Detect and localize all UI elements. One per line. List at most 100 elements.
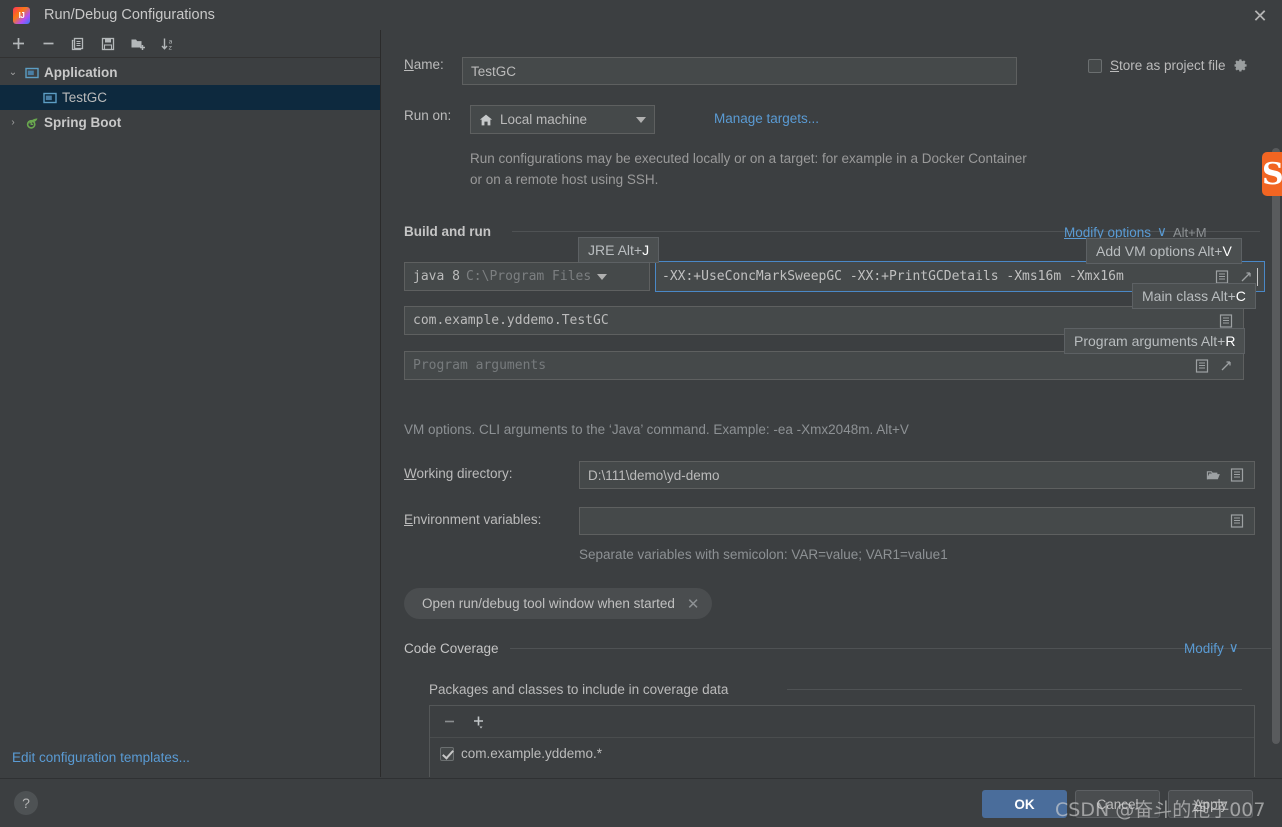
coverage-package-item[interactable]: com.example.yddemo.*	[430, 738, 1254, 761]
working-directory-input[interactable]: D:\111\demo\yd-demo	[579, 461, 1255, 489]
main-class-field-icons	[1211, 312, 1235, 330]
program-arguments-tooltip: Program arguments Alt+R	[1064, 328, 1246, 354]
environment-variables-input[interactable]	[579, 507, 1255, 535]
tree-item-testgc[interactable]: › › TestGC	[0, 85, 380, 110]
main-class-tooltip: Main class Alt+C	[1132, 283, 1256, 309]
vm-options-hint: VM options. CLI arguments to the ‘Java’ …	[404, 422, 909, 437]
add-configuration-button[interactable]	[4, 32, 32, 56]
run-on-label: Run on:	[404, 108, 452, 123]
coverage-package-checkbox[interactable]	[440, 746, 454, 761]
tree-item-label: Spring Boot	[44, 115, 122, 130]
title-bar: Run/Debug Configurations ✕	[0, 0, 1282, 30]
list-icon[interactable]	[1193, 357, 1211, 375]
store-as-project-file-checkbox[interactable]	[1088, 58, 1102, 73]
tree-indent-spacer: ›	[4, 92, 22, 103]
ok-button[interactable]: OK	[982, 790, 1067, 818]
packages-section-title: Packages and classes to include in cover…	[429, 682, 729, 697]
tooltip-text: Program arguments Alt+	[1074, 333, 1226, 349]
remove-configuration-button[interactable]	[34, 32, 62, 56]
name-input[interactable]: TestGC	[462, 57, 1017, 85]
jre-tooltip: JRE Alt+J	[578, 237, 660, 263]
tooltip-key: V	[1222, 243, 1232, 259]
run-on-dropdown[interactable]: Local machine	[470, 105, 655, 134]
jre-dropdown[interactable]: java 8 C:\Program Files	[404, 262, 650, 291]
sort-az-button[interactable]: a z	[154, 32, 182, 56]
sidebar-toolbar: a z	[0, 30, 380, 58]
run-on-value: Local machine	[500, 112, 588, 127]
vertical-scrollbar-thumb[interactable]	[1272, 148, 1280, 744]
list-icon[interactable]	[1217, 312, 1235, 330]
intellij-idea-logo-icon	[13, 6, 30, 24]
tree-item-label: TestGC	[62, 90, 108, 105]
help-button[interactable]: ?	[14, 791, 38, 815]
run-debug-configurations-dialog: Run/Debug Configurations ✕	[0, 0, 1282, 827]
working-directory-label: Working directory:	[404, 466, 513, 481]
remove-package-button[interactable]	[440, 713, 458, 731]
tooltip-key: R	[1225, 333, 1236, 349]
tooltip-key: J	[642, 242, 650, 258]
program-arguments-placeholder: Program arguments	[413, 358, 547, 373]
home-icon	[479, 113, 493, 127]
application-icon	[40, 91, 60, 105]
window-title: Run/Debug Configurations	[44, 7, 215, 23]
coverage-packages-list: com.example.yddemo.*	[429, 705, 1255, 777]
configurations-sidebar: a z ⌄ Application › ›	[0, 30, 381, 777]
sogou-input-badge-icon: S	[1262, 152, 1282, 196]
list-icon[interactable]	[1228, 466, 1246, 484]
chevron-down-icon[interactable]	[597, 273, 608, 280]
tooltip-text: Add VM options Alt+	[1096, 243, 1223, 259]
chevron-right-icon[interactable]: ›	[4, 117, 22, 128]
code-coverage-modify-group: Modify ∨	[1184, 640, 1239, 656]
store-as-project-file-label: Store as project file	[1110, 58, 1226, 73]
tree-item-application[interactable]: ⌄ Application	[0, 60, 380, 85]
program-arguments-input[interactable]: Program arguments	[404, 351, 1244, 380]
expand-icon[interactable]	[1217, 357, 1235, 375]
tree-item-spring-boot[interactable]: › Spring Boot	[0, 110, 380, 135]
program-arguments-field-icons	[1187, 357, 1235, 375]
save-configuration-button[interactable]	[94, 32, 122, 56]
coverage-package-label: com.example.yddemo.*	[461, 746, 603, 761]
chevron-down-icon[interactable]: ∨	[1229, 640, 1239, 656]
close-icon[interactable]: ✕	[1250, 6, 1270, 26]
section-divider	[787, 689, 1242, 690]
close-icon[interactable]: ✕	[687, 595, 700, 613]
folder-open-icon[interactable]	[1204, 466, 1222, 484]
new-folder-button[interactable]	[124, 32, 152, 56]
chevron-down-icon[interactable]	[636, 116, 646, 123]
list-icon[interactable]	[1228, 512, 1246, 530]
chip-label: Open run/debug tool window when started	[422, 596, 675, 611]
working-directory-value: D:\111\demo\yd-demo	[588, 467, 720, 483]
chevron-down-icon[interactable]: ⌄	[4, 67, 22, 78]
name-label: Name:	[404, 57, 444, 72]
tooltip-text: Main class Alt+	[1142, 288, 1236, 304]
spring-boot-icon	[22, 115, 42, 131]
add-package-button[interactable]	[470, 713, 488, 731]
section-divider	[510, 648, 1282, 649]
coverage-packages-toolbar	[430, 706, 1254, 738]
environment-variables-hint: Separate variables with semicolon: VAR=v…	[579, 547, 948, 562]
environment-variables-field-icons	[1222, 512, 1246, 530]
code-coverage-modify-link[interactable]: Modify	[1184, 641, 1224, 656]
name-label-rest: ame:	[413, 57, 444, 72]
configuration-editor-panel: Name: TestGC Store as project file Run o…	[382, 30, 1282, 777]
manage-targets-link[interactable]: Manage targets...	[714, 111, 819, 126]
add-vm-options-tooltip: Add VM options Alt+V	[1086, 238, 1242, 264]
apply-button[interactable]: Apply	[1168, 790, 1253, 818]
jre-name: java 8	[413, 269, 460, 284]
build-and-run-section-title: Build and run	[404, 224, 491, 239]
main-class-value: com.example.yddemo.TestGC	[413, 313, 609, 328]
cancel-button[interactable]: Cancel	[1075, 790, 1160, 818]
store-as-project-file-group: Store as project file	[1088, 58, 1249, 73]
tooltip-key: C	[1235, 288, 1246, 304]
tooltip-text: JRE Alt+	[588, 242, 643, 258]
configurations-tree: ⌄ Application › › Tes	[0, 58, 380, 135]
run-on-description: Run configurations may be executed local…	[470, 151, 1027, 187]
gear-icon[interactable]	[1234, 58, 1249, 73]
tree-item-label: Application	[44, 65, 118, 80]
svg-text:z: z	[169, 43, 173, 51]
open-run-debug-tool-window-chip[interactable]: Open run/debug tool window when started …	[404, 588, 712, 619]
vm-options-value: -XX:+UseConcMarkSweepGC -XX:+PrintGCDeta…	[662, 269, 1124, 284]
text-caret	[1257, 267, 1258, 286]
edit-configuration-templates-link[interactable]: Edit configuration templates...	[12, 750, 190, 765]
copy-configuration-button[interactable]	[64, 32, 92, 56]
